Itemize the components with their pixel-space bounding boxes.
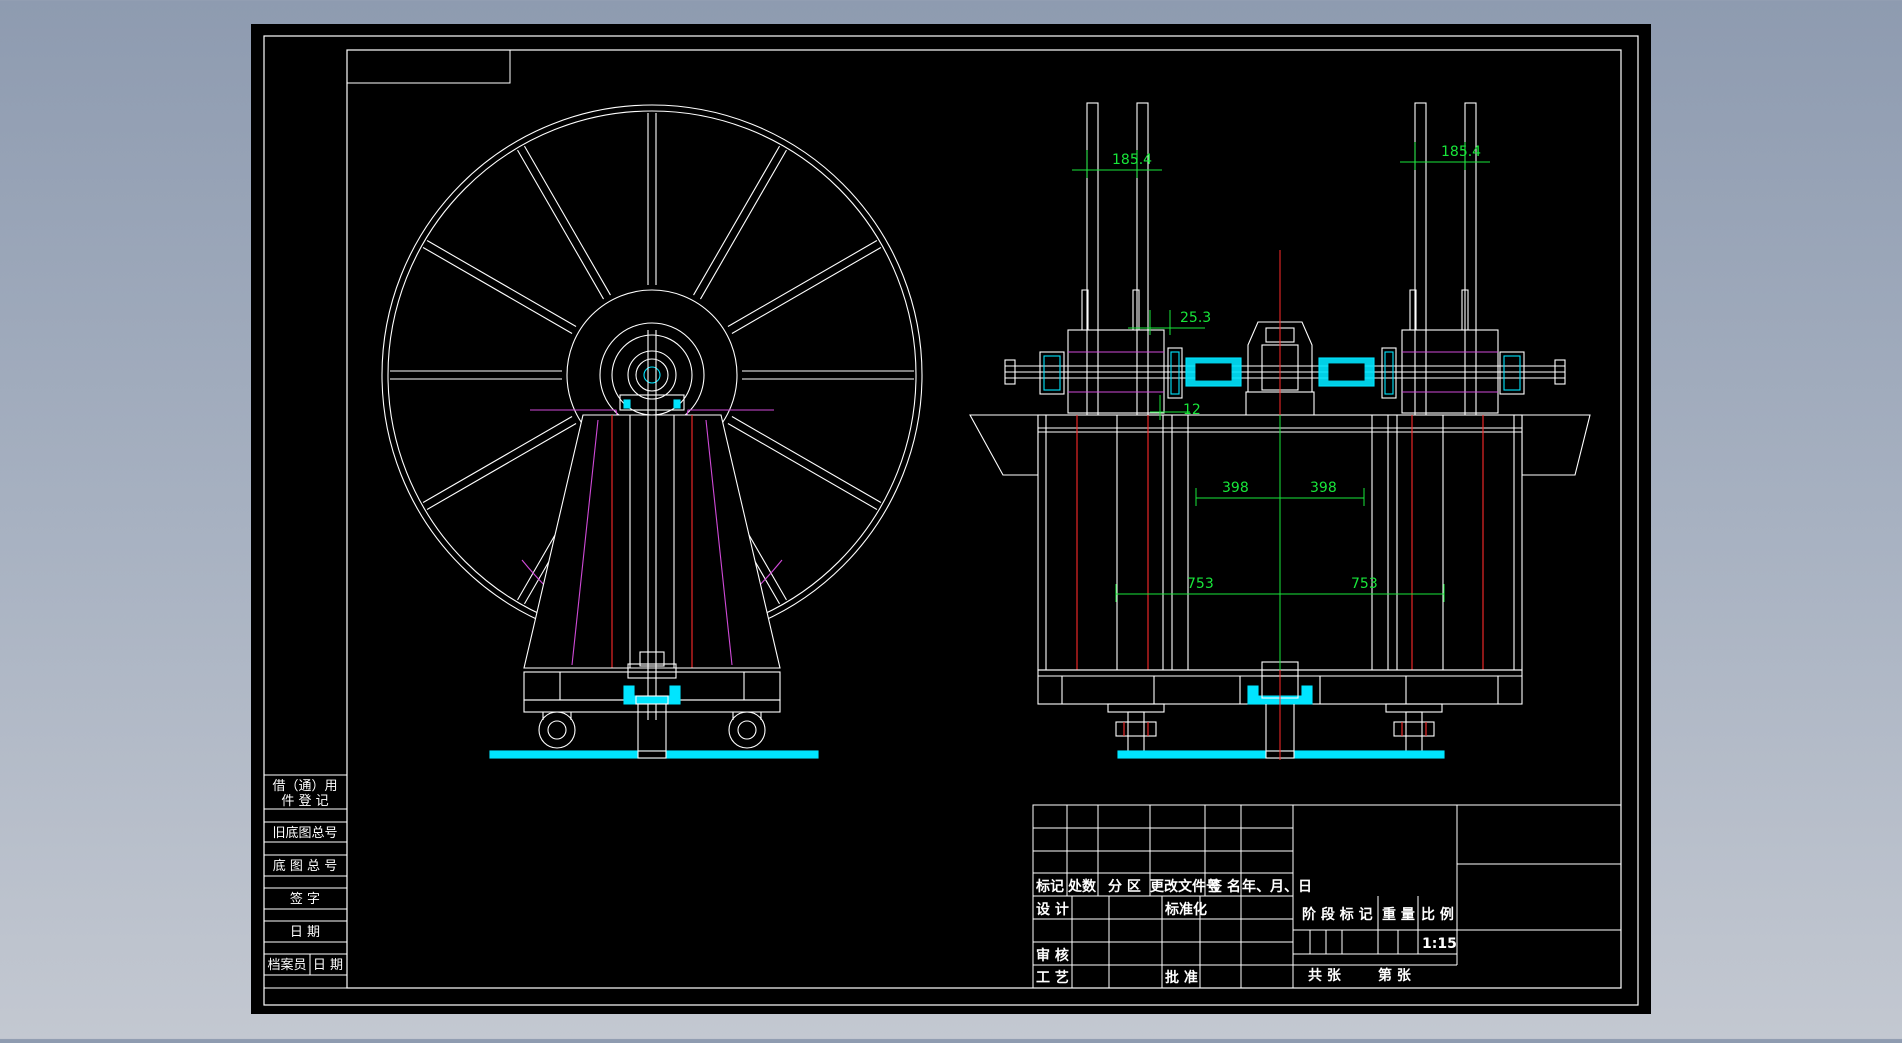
dim-753-right: 753 xyxy=(1351,576,1378,592)
cad-drawing: 借（通）用 件 登 记 旧底图总号 底 图 总 号 签 字 日 期 档案员 日 … xyxy=(251,24,1651,1014)
tb-sheet-total: 共 张 xyxy=(1308,967,1342,984)
tb-sheet-number: 第 张 xyxy=(1378,967,1412,984)
side-label-8: 日 期 xyxy=(313,958,343,973)
tb-header-sign: 签 名 xyxy=(1207,878,1241,895)
tb-process: 工 艺 xyxy=(1036,969,1069,986)
tb-header-date: 年、月、日 xyxy=(1242,878,1312,895)
side-label-7: 档案员 xyxy=(267,958,306,973)
tb-stage-mark: 阶 段 标 记 xyxy=(1302,906,1373,923)
tb-weight: 重 量 xyxy=(1382,906,1415,923)
tb-approve: 批 准 xyxy=(1165,969,1198,986)
side-label-4: 底 图 总 号 xyxy=(273,858,337,874)
tb-design: 设 计 xyxy=(1036,901,1069,918)
cad-viewport[interactable]: 借（通）用 件 登 记 旧底图总号 底 图 总 号 签 字 日 期 档案员 日 … xyxy=(0,0,1902,1039)
tb-header-mark: 标记 xyxy=(1035,878,1064,895)
side-label-1: 借（通）用 xyxy=(272,779,337,794)
side-label-5: 签 字 xyxy=(290,891,320,907)
side-label-3: 旧底图总号 xyxy=(272,825,337,841)
dim-398-right: 398 xyxy=(1310,480,1337,496)
tb-header-count: 处数 xyxy=(1067,878,1097,895)
tb-review: 审 核 xyxy=(1036,947,1069,964)
tb-standardization: 标准化 xyxy=(1164,901,1207,918)
dim-398-left: 398 xyxy=(1222,480,1249,496)
side-label-6: 日 期 xyxy=(290,925,320,940)
side-label-2: 件 登 记 xyxy=(281,794,328,809)
dim-753-left: 753 xyxy=(1187,576,1214,592)
tb-header-zone: 分 区 xyxy=(1108,879,1141,895)
dim-185-right: 185.4 xyxy=(1441,144,1481,160)
dim-12: 12 xyxy=(1183,402,1201,418)
tb-scale-label: 比 例 xyxy=(1421,906,1454,923)
dim-185-left: 185.4 xyxy=(1112,152,1152,168)
tb-scale-value: 1:15 xyxy=(1422,936,1457,952)
dim-25-3: 25.3 xyxy=(1180,310,1211,326)
